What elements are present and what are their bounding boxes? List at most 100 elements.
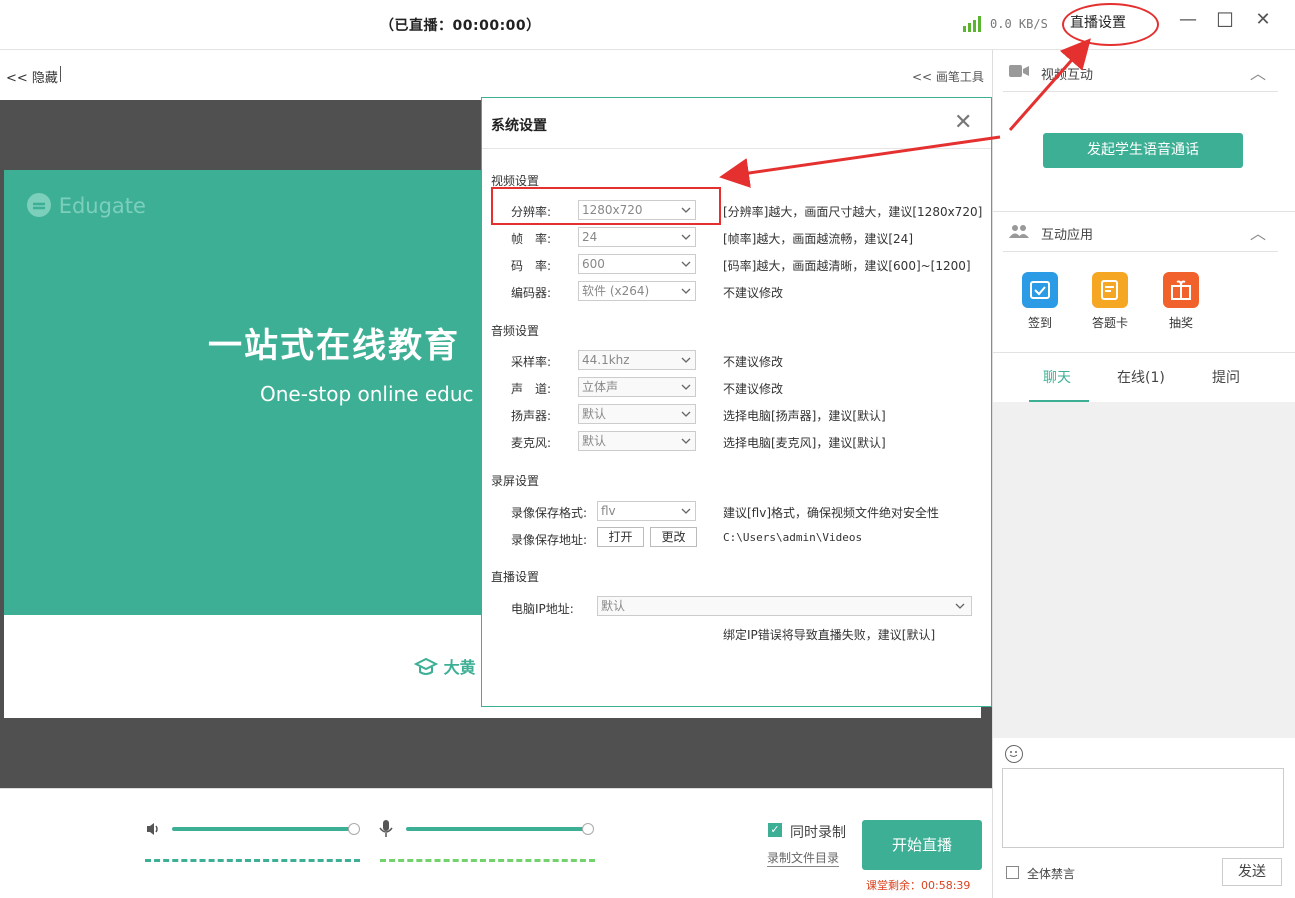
title-bar: （已直播：00:00:00） 0.0 KB/S 直播设置 — ☐ ✕ (0, 0, 1295, 50)
samplerate-select[interactable]: 44.1khz (578, 350, 696, 370)
chevron-down-icon (681, 384, 691, 390)
chat-messages[interactable] (993, 402, 1295, 738)
edugate-logo: Edugate (26, 192, 146, 218)
footer-logo-text: 大黄 (443, 658, 476, 677)
speaker-hint: 选择电脑[扬声器]，建议[默认] (723, 409, 886, 423)
rec-format-label: 录像保存格式: (511, 506, 588, 520)
emoji-icon[interactable] (1005, 745, 1023, 763)
speaker-volume-knob[interactable] (348, 823, 360, 835)
voice-call-button[interactable]: 发起学生语音通话 (1043, 133, 1243, 168)
edugate-logo-icon (27, 193, 51, 217)
answer-card-icon (1092, 272, 1128, 308)
close-button[interactable]: ✕ (1251, 8, 1275, 32)
edugate-logo-text: Edugate (58, 194, 146, 218)
class-remaining-time: 课堂剩余：00:58:39 (866, 879, 971, 892)
encoder-value: 软件 (x264) (582, 284, 650, 298)
divider (60, 66, 61, 82)
app-label: 答题卡 (1091, 316, 1128, 330)
tab-questions[interactable]: 提问 (1212, 367, 1240, 387)
whiteboard-header: << 隐藏 << 画笔工具 (0, 50, 992, 100)
mic-volume-knob[interactable] (582, 823, 594, 835)
pen-tool-button[interactable]: << 画笔工具 (912, 68, 984, 85)
app-checkin[interactable]: 签到 (1015, 272, 1065, 331)
annotation-circle (1062, 3, 1159, 46)
dialog-title: 系统设置 (491, 118, 547, 134)
chevron-down-icon (681, 438, 691, 444)
signal-icon (963, 16, 983, 32)
camera-icon (1009, 65, 1029, 77)
maximize-button[interactable]: ☐ (1213, 8, 1237, 32)
record-settings-heading: 录屏设置 (491, 474, 540, 488)
slide-subtitle: One-stop online educ (260, 382, 474, 406)
chat-input[interactable] (1002, 768, 1284, 848)
calendar-check-icon (1022, 272, 1058, 308)
chevron-down-icon (681, 288, 691, 294)
microphone-icon (379, 820, 393, 837)
ip-label: 电脑IP地址: (511, 602, 574, 616)
minimize-button[interactable]: — (1176, 8, 1200, 32)
speaker-value: 默认 (582, 407, 607, 421)
channel-hint: 不建议修改 (723, 382, 784, 396)
mute-all-checkbox[interactable] (1006, 866, 1019, 879)
chat-tabs: 聊天 在线(1) 提问 (993, 352, 1295, 402)
mic-label: 麦克风: (511, 436, 552, 450)
app-answer-card[interactable]: 答题卡 (1085, 272, 1135, 331)
start-live-button[interactable]: 开始直播 (862, 820, 982, 870)
app-label: 抽奖 (1168, 316, 1193, 330)
bitrate-label: 码 率: (511, 259, 552, 273)
video-interaction-header[interactable]: 视频互动 ︿ (1003, 52, 1278, 92)
change-folder-button[interactable]: 更改 (650, 527, 697, 547)
mic-select[interactable]: 默认 (578, 431, 696, 451)
resolution-hint: [分辨率]越大，画面尺寸越大，建议[1280x720] (723, 205, 983, 219)
samplerate-label: 采样率: (511, 355, 552, 369)
network-speed: 0.0 KB/S (990, 17, 1048, 31)
record-checkbox[interactable]: ✓ (768, 823, 782, 837)
framerate-value: 24 (582, 230, 598, 244)
channel-value: 立体声 (582, 380, 619, 394)
chevron-up-icon[interactable]: ︿ (1250, 220, 1266, 244)
interactive-apps-header[interactable]: 互动应用 ︿ (1003, 212, 1278, 252)
app-lottery[interactable]: 抽奖 (1156, 272, 1206, 331)
speaker-select[interactable]: 默认 (578, 404, 696, 424)
slide-title: 一站式在线教育 (208, 326, 460, 366)
graduation-cap-icon (413, 657, 439, 675)
channel-label: 声 道: (511, 382, 552, 396)
framerate-select[interactable]: 24 (578, 227, 696, 247)
encoder-label: 编码器: (511, 286, 552, 300)
speaker-label: 扬声器: (511, 409, 552, 423)
mic-value: 默认 (582, 434, 607, 448)
tab-chat[interactable]: 聊天 (1043, 367, 1071, 387)
record-label: 同时录制 (790, 825, 846, 841)
right-panel: 视频互动 ︿ 发起学生语音通话 互动应用 ︿ 签到 答题卡 抽奖 聊天 在线(1… (992, 50, 1295, 898)
send-button[interactable]: 发送 (1222, 858, 1282, 886)
ip-select[interactable]: 默认 (597, 596, 972, 616)
dialog-close-button[interactable]: ✕ (954, 110, 972, 135)
speaker-volume-slider[interactable] (172, 827, 354, 831)
samplerate-value: 44.1khz (582, 353, 630, 367)
samplerate-hint: 不建议修改 (723, 355, 784, 369)
users-icon (1009, 225, 1029, 238)
tab-online[interactable]: 在线(1) (1117, 367, 1165, 387)
live-duration: （已直播：00:00:00） (380, 18, 541, 34)
record-dir-link[interactable]: 录制文件目录 (767, 849, 840, 867)
mic-hint: 选择电脑[麦克风]，建议[默认] (723, 436, 886, 450)
rec-format-select[interactable]: flv (597, 501, 696, 521)
footer-logo: 大黄 (413, 654, 476, 678)
speaker-icon (147, 823, 158, 835)
channel-select[interactable]: 立体声 (578, 377, 696, 397)
chevron-down-icon (955, 603, 965, 609)
rec-format-hint: 建议[flv]格式，确保视频文件绝对安全性 (723, 506, 940, 520)
hide-button[interactable]: << 隐藏 (6, 67, 58, 86)
speaker-level-meter (145, 859, 360, 862)
chevron-up-icon[interactable]: ︿ (1250, 60, 1266, 84)
encoder-select[interactable]: 软件 (x264) (578, 281, 696, 301)
annotation-box (491, 187, 721, 225)
mic-volume-slider[interactable] (406, 827, 588, 831)
bitrate-select[interactable]: 600 (578, 254, 696, 274)
open-folder-button[interactable]: 打开 (597, 527, 644, 547)
rec-path-label: 录像保存地址: (511, 533, 588, 547)
chevron-down-icon (681, 411, 691, 417)
encoder-hint: 不建议修改 (723, 286, 784, 300)
bitrate-hint: [码率]越大，画面越清晰，建议[600]~[1200] (723, 259, 971, 273)
chevron-down-icon (681, 261, 691, 267)
